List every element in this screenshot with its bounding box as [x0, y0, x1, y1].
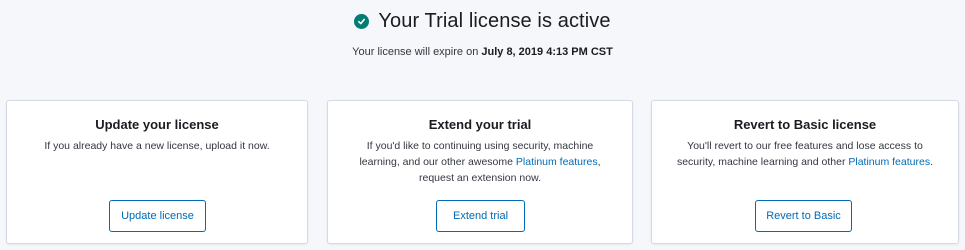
- card-title: Extend your trial: [428, 117, 532, 132]
- update-license-button[interactable]: Update license: [109, 200, 206, 232]
- license-status-title: Your Trial license is active: [378, 10, 611, 32]
- platinum-features-link[interactable]: Platinum features: [848, 156, 930, 168]
- card-title: Revert to Basic license: [733, 117, 877, 132]
- extend-trial-button[interactable]: Extend trial: [436, 200, 525, 232]
- check-circle-icon: [354, 14, 370, 29]
- expiry-date: July 8, 2019 4:13 PM CST: [481, 46, 613, 58]
- license-status-title-row: Your Trial license is active: [0, 10, 965, 33]
- card-description: If you already have a new license, uploa…: [44, 140, 270, 152]
- extend-trial-card: Extend your trial If you'd like to conti…: [327, 100, 633, 244]
- card-title: Update your license: [95, 117, 219, 132]
- description-text: .: [930, 156, 934, 168]
- license-expiry-text: Your license will expire on July 8, 2019…: [0, 46, 965, 58]
- expiry-prefix: Your license will expire on: [352, 46, 482, 58]
- update-license-card: Update your license If you already have …: [6, 100, 308, 244]
- card-description: You'll revert to our free features and l…: [671, 138, 939, 170]
- license-status-header: Your Trial license is active Your licens…: [0, 0, 965, 58]
- revert-to-basic-button[interactable]: Revert to Basic: [755, 200, 852, 232]
- revert-basic-card: Revert to Basic license You'll revert to…: [651, 100, 959, 244]
- platinum-features-link[interactable]: Platinum features: [516, 156, 598, 168]
- card-description: If you'd like to continuing using securi…: [346, 138, 614, 186]
- license-options: Update your license If you already have …: [6, 100, 959, 244]
